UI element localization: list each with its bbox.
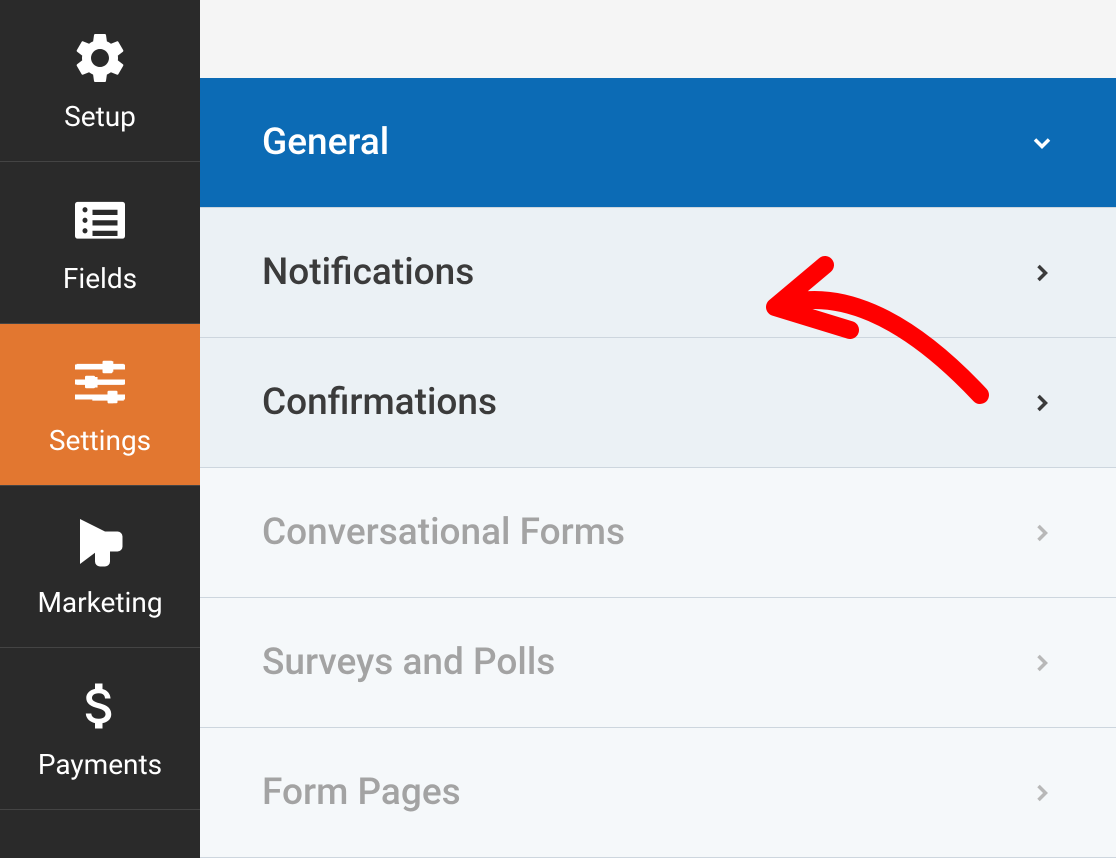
sidebar-item-label: Settings	[49, 424, 151, 457]
panel-item-surveys-polls[interactable]: Surveys and Polls	[200, 598, 1116, 728]
panel-item-conversational-forms[interactable]: Conversational Forms	[200, 468, 1116, 598]
header-spacer	[200, 0, 1116, 78]
chevron-right-icon	[1028, 519, 1056, 547]
sidebar-item-label: Fields	[63, 262, 137, 295]
list-icon	[70, 190, 130, 250]
main-content: General Notifications Confirmations Conv…	[200, 0, 1116, 858]
panel-item-general[interactable]: General	[200, 78, 1116, 208]
panel-item-label: Form Pages	[262, 771, 461, 814]
sidebar-item-marketing[interactable]: Marketing	[0, 486, 200, 648]
sliders-icon	[70, 352, 130, 412]
sidebar-item-setup[interactable]: Setup	[0, 0, 200, 162]
panel-item-notifications[interactable]: Notifications	[200, 208, 1116, 338]
panel-item-form-pages[interactable]: Form Pages	[200, 728, 1116, 858]
chevron-right-icon	[1028, 389, 1056, 417]
sidebar-item-fields[interactable]: Fields	[0, 162, 200, 324]
panel-item-label: General	[262, 121, 389, 164]
chevron-down-icon	[1028, 129, 1056, 157]
sidebar: Setup Fields Settings Marketing Payments	[0, 0, 200, 858]
sidebar-item-settings[interactable]: Settings	[0, 324, 200, 486]
chevron-right-icon	[1028, 649, 1056, 677]
sidebar-item-payments[interactable]: Payments	[0, 648, 200, 810]
panel-item-confirmations[interactable]: Confirmations	[200, 338, 1116, 468]
megaphone-icon	[70, 514, 130, 574]
sidebar-item-label: Payments	[38, 748, 162, 781]
chevron-right-icon	[1028, 259, 1056, 287]
chevron-right-icon	[1028, 779, 1056, 807]
sidebar-item-label: Setup	[64, 100, 136, 133]
panel-item-label: Conversational Forms	[262, 511, 625, 554]
dollar-icon	[70, 676, 130, 736]
gear-icon	[70, 28, 130, 88]
panel-item-label: Surveys and Polls	[262, 641, 555, 684]
settings-panel: General Notifications Confirmations Conv…	[200, 78, 1116, 858]
panel-item-label: Confirmations	[262, 381, 497, 424]
sidebar-item-label: Marketing	[37, 586, 162, 619]
panel-item-label: Notifications	[262, 251, 474, 294]
